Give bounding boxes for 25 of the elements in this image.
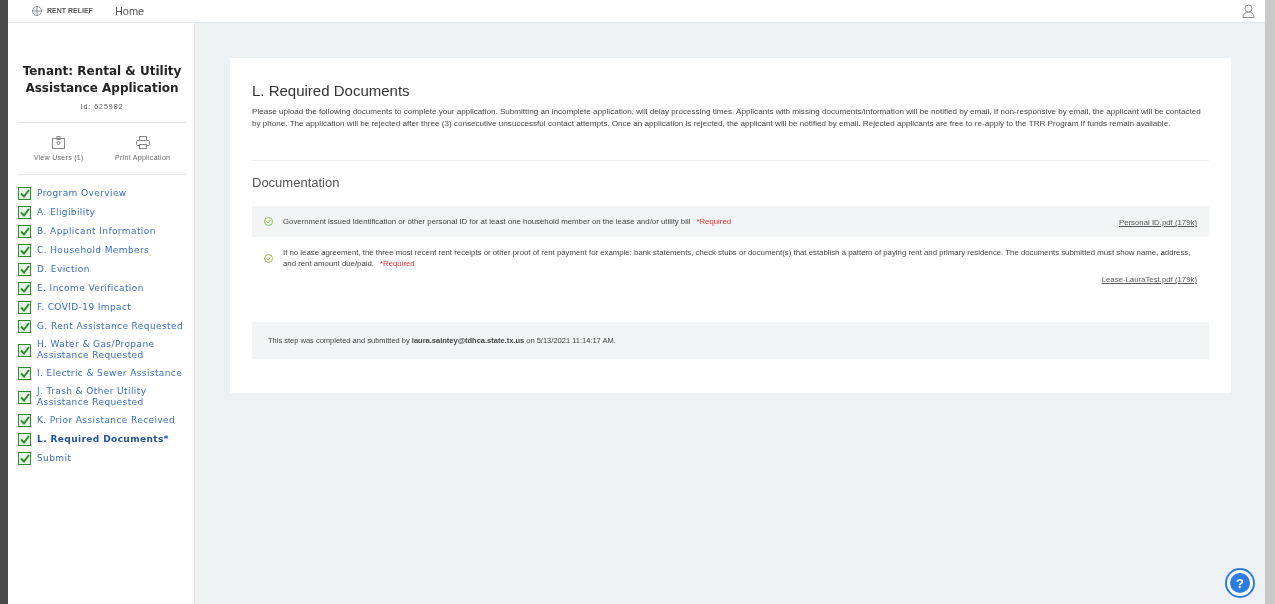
step-link[interactable]: I. Electric & Sewer Assistance: [18, 367, 186, 380]
section-title: L. Required Documents: [252, 82, 411, 99]
documentation-heading: Documentation: [252, 160, 1209, 190]
user-icon[interactable]: [1242, 4, 1255, 18]
step-link[interactable]: C. Household Members: [18, 244, 186, 257]
step-link[interactable]: A. Eligibility: [18, 206, 186, 219]
nav-link[interactable]: Home: [114, 5, 145, 17]
section-description: Please upload the following documents to complete your application. Submitting an incomplete application, will delay processing times. Applicants with missing documents/information will be notified by email, If non-responsive by email, the applicant will be contacted by phone. The application will be rejected after three (3) consecutive unsuccessful contact attempts. Once an application is rejected, the applicant will be notified by email. Rejected applicants are free to re-apply to the TRR Program if funds remain available.: [252, 106, 1202, 130]
printer-icon: [135, 136, 150, 149]
step-link[interactable]: Program Overview: [18, 187, 186, 200]
step-link[interactable]: G. Rent Assistance Requested: [18, 320, 186, 333]
step-link[interactable]: Submit: [18, 452, 186, 465]
id-card-icon: [52, 136, 66, 149]
step-link[interactable]: F. COVID-19 Impact: [18, 301, 186, 314]
step-link[interactable]: J. Trash & Other Utility Assistance Requested: [18, 386, 186, 408]
scrollbar[interactable]: [1265, 0, 1275, 604]
step-link[interactable]: H. Water & Gas/Propane Assistance Requested: [18, 339, 186, 361]
step-link[interactable]: K. Prior Assistance Received: [18, 414, 186, 427]
help-button[interactable]: ?: [1225, 568, 1255, 598]
step-link[interactable]: L. Required Documents*: [18, 433, 186, 446]
step-link[interactable]: D. Eviction: [18, 263, 186, 276]
step-link[interactable]: E. Income Verification: [18, 282, 186, 295]
logo-icon: [30, 6, 44, 16]
application-title: Tenant: Rental & Utility Assistance Application: [21, 63, 183, 97]
step-link[interactable]: B. Applicant Information: [18, 225, 186, 238]
